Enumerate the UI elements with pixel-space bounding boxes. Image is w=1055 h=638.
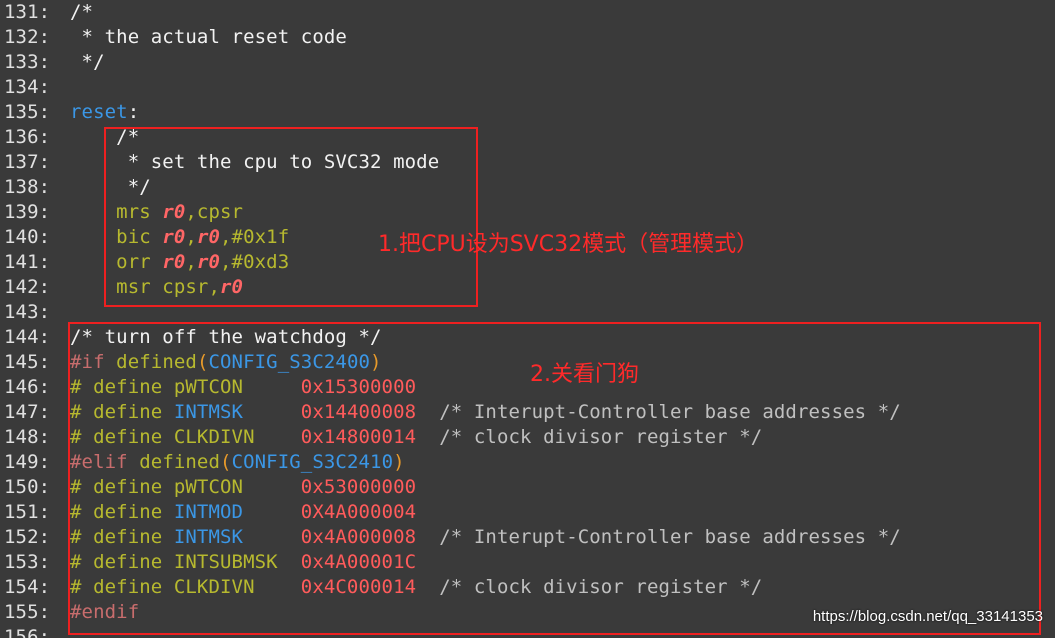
line-number: 153:: [4, 551, 51, 573]
line-number: 143:: [4, 301, 51, 323]
code-line[interactable]: 133: */: [0, 50, 105, 75]
line-number: 135:: [4, 101, 51, 123]
line-number: 142:: [4, 276, 51, 298]
line-number: 131:: [4, 1, 51, 23]
code-text: /*: [70, 0, 93, 25]
code-token: /*: [70, 1, 94, 23]
line-number: 138:: [4, 176, 51, 198]
watchdog-annotation: 2.关看门狗: [530, 362, 639, 387]
code-text: */: [70, 50, 105, 75]
line-number: 133:: [4, 51, 51, 73]
line-number: 136:: [4, 126, 51, 148]
watermark: https://blog.csdn.net/qq_33141353: [812, 608, 1043, 625]
svc32-annotation: 1.把CPU设为SVC32模式（管理模式）: [378, 232, 759, 257]
code-text: * the actual reset code: [70, 25, 347, 50]
code-token: reset: [70, 101, 128, 123]
line-number: 144:: [4, 326, 51, 348]
line-number: 140:: [4, 226, 51, 248]
line-number: 155:: [4, 601, 51, 623]
line-number: 151:: [4, 501, 51, 523]
line-number: 146:: [4, 376, 51, 398]
line-number: 132:: [4, 26, 51, 48]
code-line[interactable]: 135: reset:: [0, 100, 139, 125]
line-number: 148:: [4, 426, 51, 448]
code-token: * the actual reset code: [70, 26, 347, 48]
line-number: 141:: [4, 251, 51, 273]
code-line[interactable]: 143:: [0, 300, 70, 325]
line-number: 150:: [4, 476, 51, 498]
code-line[interactable]: 131: /*: [0, 0, 93, 25]
line-number: 134:: [4, 76, 51, 98]
code-token: */: [70, 51, 105, 73]
line-number: 152:: [4, 526, 51, 548]
code-token: :: [127, 101, 140, 123]
line-number: 156:: [4, 626, 51, 638]
line-number: 137:: [4, 151, 51, 173]
code-text: reset:: [70, 100, 139, 125]
code-line[interactable]: 156:: [0, 625, 70, 638]
svc32-highlight-box: [104, 127, 478, 307]
line-number: 145:: [4, 351, 51, 373]
line-number: 149:: [4, 451, 51, 473]
line-number: 154:: [4, 576, 51, 598]
code-line[interactable]: 132: * the actual reset code: [0, 25, 347, 50]
code-line[interactable]: 134:: [0, 75, 70, 100]
line-number: 147:: [4, 401, 51, 423]
line-number: 139:: [4, 201, 51, 223]
